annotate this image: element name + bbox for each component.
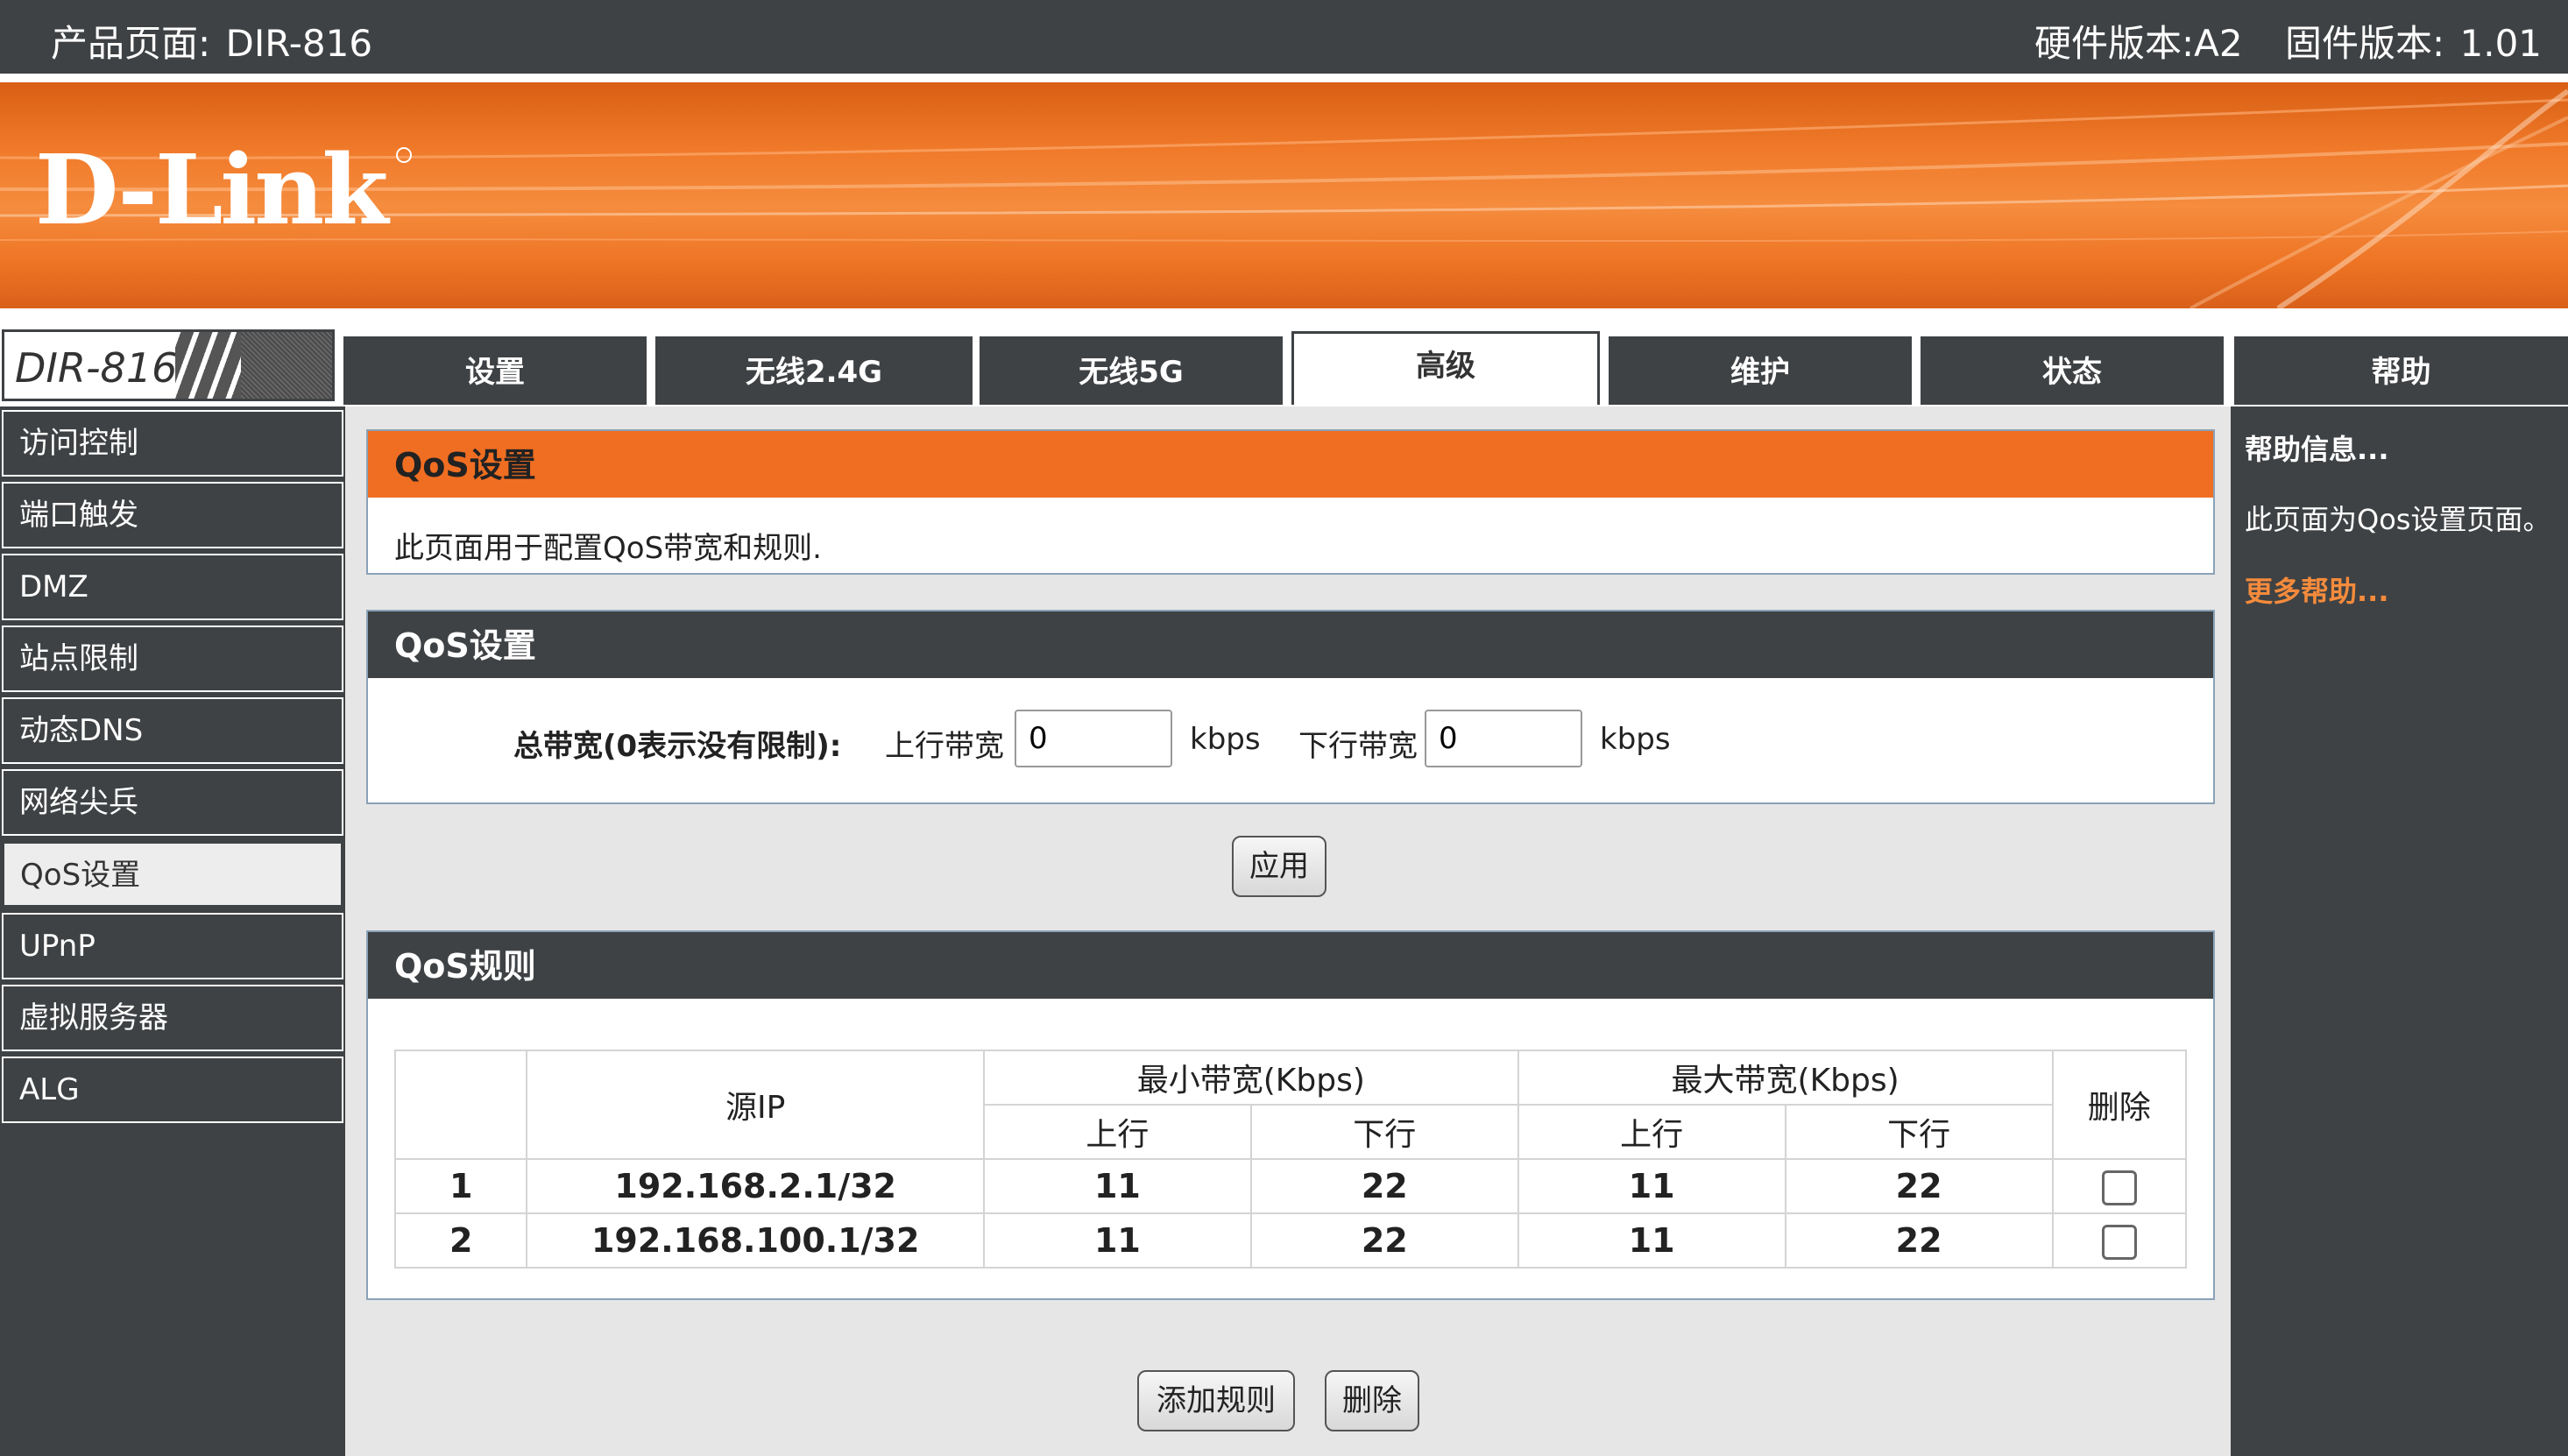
- model-badge: DIR-816: [2, 329, 335, 401]
- rule-index: 2: [393, 1212, 528, 1269]
- max-up-header: 上行: [1517, 1104, 1786, 1160]
- product-value: DIR-816: [225, 22, 373, 65]
- main-nav: DIR-816 设置 无线2.4G 无线5G 高级 维护 状态 帮助: [0, 324, 2568, 405]
- bandwidth-panel: QoS设置 总带宽(0表示没有限制): 上行带宽 kbps 下行带宽 kbps: [366, 610, 2215, 804]
- sidebar-item-network-guard[interactable]: 网络尖兵: [2, 769, 343, 836]
- rule-delete-cell: [2051, 1212, 2188, 1269]
- tab-maintenance[interactable]: 维护: [1609, 336, 1912, 405]
- help-panel: 帮助信息... 此页面为Qos设置页面。 更多帮助...: [2231, 406, 2568, 1456]
- max-down-header: 下行: [1784, 1104, 2054, 1160]
- hardware-version: 硬件版本:A2: [2034, 14, 2243, 67]
- intro-panel-title: QoS设置: [368, 431, 2213, 498]
- upload-unit: kbps: [1190, 722, 1261, 757]
- sidebar-item-port-trigger[interactable]: 端口触发: [2, 482, 343, 548]
- firmware-value: 1.01: [2459, 22, 2543, 65]
- main-content: QoS设置 此页面用于配置QoS带宽和规则. QoS设置 总带宽(0表示没有限制…: [345, 406, 2231, 1456]
- sidebar-item-upnp[interactable]: UPnP: [2, 913, 343, 979]
- min-up-header: 上行: [982, 1104, 1252, 1160]
- rule-delete-checkbox[interactable]: [2101, 1225, 2137, 1261]
- sidebar-item-ddns[interactable]: 动态DNS: [2, 697, 343, 764]
- sidebar: 访问控制 端口触发 DMZ 站点限制 动态DNS 网络尖兵 QoS设置 UPnP…: [0, 406, 345, 1456]
- sidebar-item-alg[interactable]: ALG: [2, 1057, 343, 1123]
- rule-max-up: 11: [1517, 1212, 1786, 1269]
- rule-max-up: 11: [1517, 1158, 1786, 1214]
- hardware-value: A2: [2194, 22, 2243, 65]
- bandwidth-row: 总带宽(0表示没有限制): 上行带宽 kbps 下行带宽 kbps: [368, 710, 2213, 767]
- min-down-header: 下行: [1249, 1104, 1519, 1160]
- bandwidth-panel-title: QoS设置: [368, 611, 2213, 678]
- apply-button[interactable]: 应用: [1232, 836, 1326, 897]
- dlink-logo: D-Link: [35, 133, 388, 246]
- sidebar-item-dmz[interactable]: DMZ: [2, 554, 343, 620]
- intro-panel: QoS设置 此页面用于配置QoS带宽和规则.: [366, 429, 2215, 575]
- product-info: 产品页面: DIR-816: [51, 14, 372, 67]
- rule-min-down: 22: [1249, 1158, 1519, 1214]
- download-bandwidth-input[interactable]: [1425, 710, 1582, 767]
- qos-rules-table: 源IP 最小带宽(Kbps) 最大带宽(Kbps) 删除 上行 下行 上行 下行…: [393, 1050, 2188, 1269]
- more-help-link[interactable]: 更多帮助...: [2245, 569, 2388, 610]
- total-bandwidth-label: 总带宽(0表示没有限制):: [513, 729, 842, 764]
- index-header: [393, 1050, 528, 1160]
- sidebar-item-site-restriction[interactable]: 站点限制: [2, 626, 343, 692]
- registered-mark-icon: [396, 147, 412, 163]
- sidebar-item-qos[interactable]: QoS设置: [2, 841, 343, 908]
- download-unit: kbps: [1600, 722, 1671, 757]
- rule-max-down: 22: [1784, 1212, 2054, 1269]
- min-bandwidth-header: 最小带宽(Kbps): [982, 1050, 1519, 1106]
- tab-status[interactable]: 状态: [1921, 336, 2224, 405]
- tab-setup[interactable]: 设置: [343, 336, 647, 405]
- download-bandwidth-label: 下行带宽: [1298, 729, 1418, 764]
- top-info-bar: 产品页面: DIR-816 硬件版本:A2 固件版本: 1.01: [0, 0, 2568, 74]
- firmware-version: 固件版本: 1.01: [2285, 14, 2542, 67]
- add-rule-button[interactable]: 添加规则: [1137, 1370, 1295, 1431]
- hardware-label: 硬件版本:: [2034, 22, 2195, 65]
- sidebar-item-virtual-server[interactable]: 虚拟服务器: [2, 985, 343, 1051]
- delete-button[interactable]: 删除: [1325, 1370, 1419, 1431]
- rule-source-ip: 192.168.2.1/32: [526, 1158, 985, 1214]
- rule-min-up: 11: [982, 1158, 1252, 1214]
- source-ip-header: 源IP: [526, 1050, 985, 1160]
- rule-min-up: 11: [982, 1212, 1252, 1269]
- rules-panel-title: QoS规则: [368, 932, 2213, 999]
- firmware-label: 固件版本:: [2285, 22, 2445, 65]
- upload-bandwidth-label: 上行带宽: [885, 729, 1004, 764]
- rules-panel: QoS规则 源IP 最小带宽(Kbps) 最大带宽(Kbps) 删除 上行 下行…: [366, 930, 2215, 1300]
- rule-max-down: 22: [1784, 1158, 2054, 1214]
- help-title: 帮助信息...: [2245, 433, 2389, 466]
- intro-description: 此页面用于配置QoS带宽和规则.: [394, 531, 822, 566]
- table-header-row: 源IP 最小带宽(Kbps) 最大带宽(Kbps) 删除: [393, 1050, 2188, 1160]
- table-row: 2 192.168.100.1/32 11 22 11 22: [393, 1212, 2188, 1269]
- rule-source-ip: 192.168.100.1/32: [526, 1212, 985, 1269]
- help-body: 此页面为Qos设置页面。: [2245, 503, 2551, 536]
- product-label: 产品页面:: [51, 22, 211, 65]
- rule-delete-cell: [2051, 1158, 2188, 1214]
- table-row: 1 192.168.2.1/32 11 22 11 22: [393, 1158, 2188, 1214]
- tab-help[interactable]: 帮助: [2234, 336, 2568, 405]
- badge-texture: [241, 332, 332, 399]
- upload-bandwidth-input[interactable]: [1015, 710, 1172, 767]
- rule-index: 1: [393, 1158, 528, 1214]
- tab-wireless-24g[interactable]: 无线2.4G: [655, 336, 973, 405]
- max-bandwidth-header: 最大带宽(Kbps): [1517, 1050, 2054, 1106]
- sidebar-item-access-control[interactable]: 访问控制: [2, 410, 343, 477]
- rule-delete-checkbox[interactable]: [2101, 1170, 2137, 1206]
- delete-header: 删除: [2051, 1050, 2188, 1160]
- tab-advanced[interactable]: 高级: [1291, 331, 1600, 405]
- model-badge-text: DIR-816: [15, 344, 178, 392]
- tab-wireless-5g[interactable]: 无线5G: [980, 336, 1283, 405]
- brand-banner: D-Link: [0, 82, 2568, 308]
- rule-min-down: 22: [1249, 1212, 1519, 1269]
